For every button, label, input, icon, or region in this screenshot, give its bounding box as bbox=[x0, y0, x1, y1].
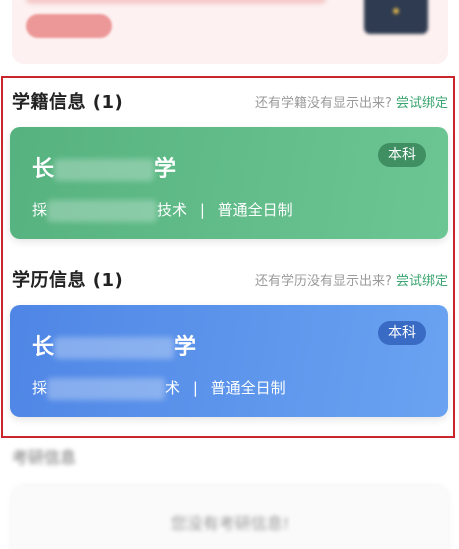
major-redacted bbox=[47, 199, 158, 222]
student-status-bind-link[interactable]: 尝试绑定 bbox=[396, 96, 448, 111]
major-line: 採 术 | 普通全日制 bbox=[32, 377, 286, 400]
separator: | bbox=[199, 201, 205, 219]
education-hint: 还有学历没有显示出来? 尝试绑定 bbox=[255, 270, 448, 289]
study-mode: 普通全日制 bbox=[217, 201, 293, 219]
education-bind-link[interactable]: 尝试绑定 bbox=[396, 274, 448, 289]
education-card[interactable]: 长学 本科 採术 | 普通全日制 bbox=[10, 305, 448, 417]
school-name-prefix: 长 bbox=[32, 335, 55, 360]
degree-level-badge: 本科 bbox=[378, 143, 426, 167]
school-name-redacted bbox=[54, 337, 175, 359]
banner-thumbnail bbox=[364, 0, 428, 34]
student-status-hint-text: 还有学籍没有显示出来? bbox=[254, 96, 392, 111]
student-status-header: 学籍信息 (1) 还有学籍没有显示出来? 尝试绑定 bbox=[12, 88, 448, 113]
separator: | bbox=[192, 379, 198, 397]
major-suffix: 技术 bbox=[157, 201, 188, 219]
education-header: 学历信息 (1) 还有学历没有显示出来? 尝试绑定 bbox=[12, 266, 448, 291]
student-status-card[interactable]: 长学 本科 採技术 | 普通全日制 bbox=[10, 127, 448, 239]
school-name-suffix: 学 bbox=[174, 335, 197, 360]
school-name: 长学 bbox=[32, 329, 196, 361]
banner-action-button[interactable] bbox=[26, 14, 112, 38]
education-title: 学历信息 (1) bbox=[12, 270, 124, 291]
postgrad-info-title: 考研信息 bbox=[12, 448, 77, 467]
major-suffix: 术 bbox=[165, 379, 181, 397]
major-redacted bbox=[47, 377, 166, 400]
postgrad-info-card: 您没有考研信息! bbox=[12, 486, 448, 549]
student-status-title: 学籍信息 (1) bbox=[12, 92, 124, 113]
degree-level-badge: 本科 bbox=[378, 321, 426, 345]
school-name-suffix: 学 bbox=[154, 157, 177, 182]
top-banner-card bbox=[12, 0, 448, 64]
postgrad-empty-text: 您没有考研信息! bbox=[170, 514, 290, 533]
banner-text-blurred bbox=[26, 0, 326, 4]
major-line: 採 技术 | 普通全日制 bbox=[32, 199, 293, 222]
student-status-hint: 还有学籍没有显示出来? 尝试绑定 bbox=[255, 92, 448, 111]
school-name: 长学 bbox=[32, 151, 176, 183]
major-prefix: 採 bbox=[32, 201, 48, 219]
major-prefix: 採 bbox=[32, 379, 48, 397]
school-name-prefix: 长 bbox=[32, 157, 55, 182]
school-name-redacted bbox=[54, 159, 155, 181]
study-mode: 普通全日制 bbox=[210, 379, 286, 397]
education-hint-text: 还有学历没有显示出来? bbox=[254, 274, 392, 289]
